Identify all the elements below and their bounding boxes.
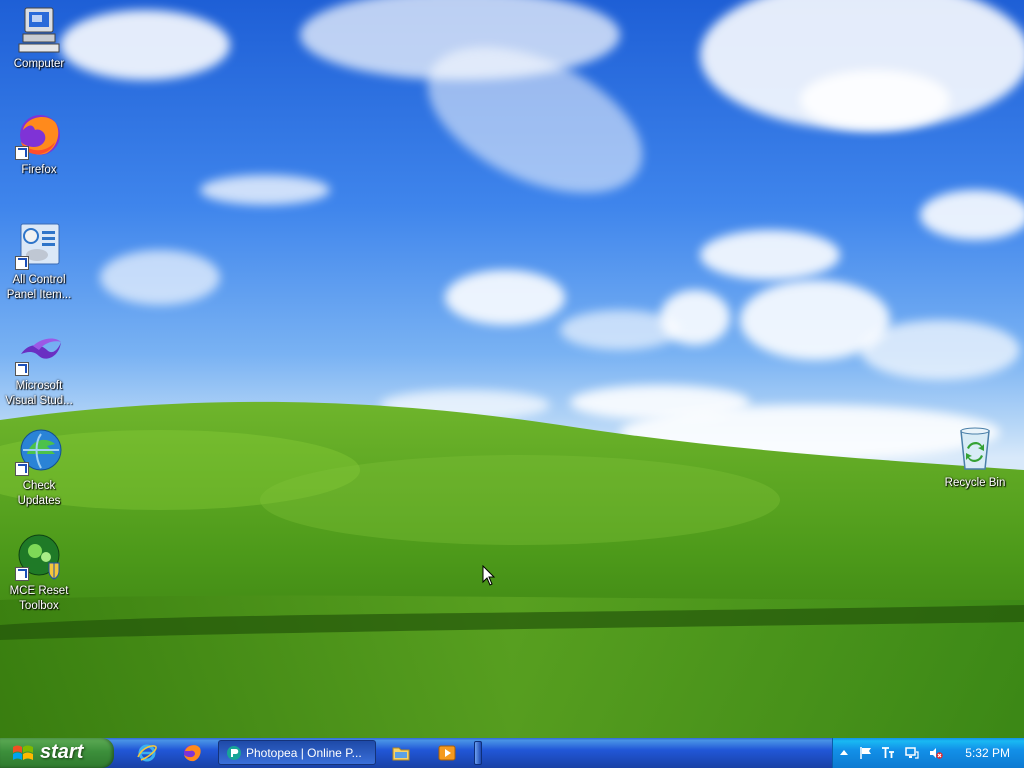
desktop-icon-label: Microsoft Visual Stud... <box>5 380 73 407</box>
mouse-cursor-icon <box>482 565 496 586</box>
mce-reset-toolbox-icon <box>15 533 63 581</box>
firefox-icon[interactable] <box>182 743 202 763</box>
desktop-icon-visual-studio[interactable]: Microsoft Visual Stud... <box>0 328 78 409</box>
taskbar: start Photopea | Online P... 5:32 PM <box>0 738 1024 768</box>
volume-muted-icon[interactable] <box>929 746 943 760</box>
recycle-bin-icon <box>951 425 999 473</box>
desktop-icon-label: Computer <box>13 58 65 70</box>
shortcut-arrow-icon <box>15 567 29 581</box>
desktop-icon-label: MCE Reset Toolbox <box>9 585 69 612</box>
green-hills <box>0 401 1024 738</box>
desktop-icon-label: Firefox <box>21 164 57 176</box>
taskbar-button-photopea[interactable]: Photopea | Online P... <box>218 740 376 765</box>
desktop-icon-check-updates[interactable]: Check Updates <box>0 428 78 509</box>
internet-explorer-icon[interactable] <box>137 743 157 763</box>
media-player-icon[interactable] <box>437 743 457 763</box>
shortcut-arrow-icon <box>15 146 29 160</box>
desktop-icon-recycle-bin[interactable]: Recycle Bin <box>936 425 1014 491</box>
control-panel-icon <box>15 222 63 270</box>
desktop-icon-firefox[interactable]: Firefox <box>0 112 78 178</box>
network-icon[interactable] <box>905 746 919 760</box>
start-button[interactable]: start <box>0 738 114 768</box>
shortcut-arrow-icon <box>15 256 29 270</box>
show-hidden-icon[interactable] <box>837 746 851 760</box>
taskbar-clock[interactable]: 5:32 PM <box>965 746 1010 760</box>
system-tray: 5:32 PM <box>832 738 1024 768</box>
flag-icon[interactable] <box>859 746 873 760</box>
desktop-wallpaper <box>0 0 1024 738</box>
desktop-icon-label: Recycle Bin <box>944 477 1006 489</box>
shortcut-arrow-icon <box>15 362 29 376</box>
language-icon[interactable] <box>881 746 895 760</box>
start-label: start <box>40 741 84 763</box>
shortcut-arrow-icon <box>15 462 29 476</box>
desktop-icon-label: All Control Panel Item... <box>6 274 72 301</box>
photopea-icon <box>227 746 241 760</box>
windows-logo-icon <box>13 745 33 760</box>
desktop-icon-control-panel[interactable]: All Control Panel Item... <box>0 222 78 303</box>
taskbar-button-label: Photopea | Online P... <box>246 746 362 760</box>
desktop-icon-computer[interactable]: Computer <box>0 6 78 72</box>
check-updates-icon <box>15 428 63 476</box>
taskbar-resize-handle[interactable] <box>474 741 482 765</box>
visual-studio-icon <box>15 328 63 376</box>
firefox-icon <box>15 112 63 160</box>
desktop-icon-label: Check Updates <box>17 480 61 507</box>
computer-icon <box>15 6 63 54</box>
desktop-icon-mce-reset-toolbox[interactable]: MCE Reset Toolbox <box>0 533 78 614</box>
explorer-folder-icon[interactable] <box>391 743 411 763</box>
